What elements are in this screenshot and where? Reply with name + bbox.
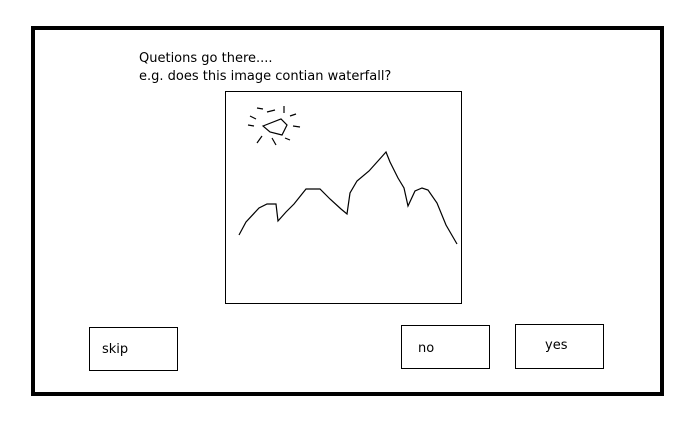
- mountain-outline: [238, 150, 458, 245]
- question-text: Quetions go there.... e.g. does this ima…: [139, 50, 391, 86]
- question-line-2: e.g. does this image contian waterfall?: [139, 69, 392, 84]
- labeling-dialog: Quetions go there.... e.g. does this ima…: [31, 26, 664, 396]
- image-preview: [225, 91, 462, 304]
- yes-button[interactable]: yes: [515, 324, 604, 369]
- question-line-1: Quetions go there....: [139, 51, 273, 66]
- yes-button-label: yes: [545, 338, 568, 353]
- mountain-sun-sketch-icon: [238, 106, 458, 245]
- no-button[interactable]: no: [401, 325, 490, 369]
- no-button-label: no: [418, 341, 435, 356]
- skip-button[interactable]: skip: [89, 327, 178, 371]
- sun-icon: [247, 106, 301, 146]
- skip-button-label: skip: [102, 342, 129, 357]
